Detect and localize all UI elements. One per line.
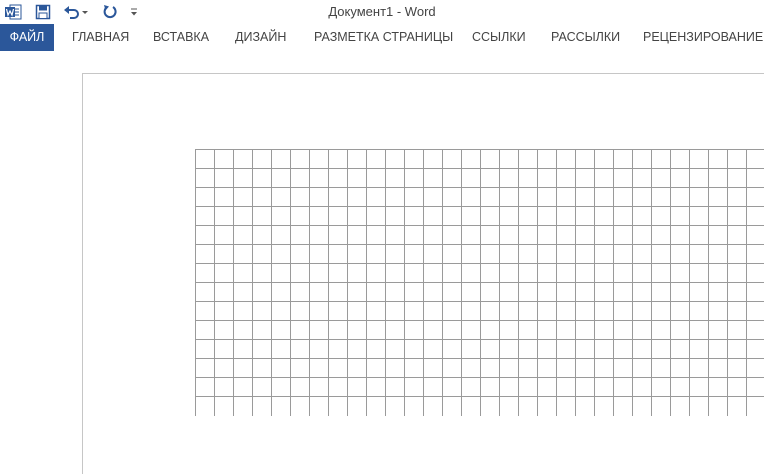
tab-file[interactable]: ФАЙЛ	[0, 24, 54, 51]
tab-page-layout[interactable]: РАЗМЕТКА СТРАНИЦЫ	[314, 24, 453, 51]
tab-insert[interactable]: ВСТАВКА	[153, 24, 209, 51]
customize-toolbar-button[interactable]	[127, 2, 141, 22]
customize-toolbar-icon	[131, 8, 137, 16]
redo-button[interactable]	[100, 2, 120, 22]
grid-table[interactable]	[195, 149, 764, 449]
undo-icon	[64, 6, 88, 19]
tab-home[interactable]: ГЛАВНАЯ	[72, 24, 129, 51]
ribbon-tab-bar: ФАЙЛ ГЛАВНАЯ ВСТАВКА ДИЗАЙН РАЗМЕТКА СТР…	[0, 24, 764, 51]
save-icon	[35, 4, 51, 20]
document-area	[0, 51, 764, 474]
undo-button[interactable]	[62, 2, 90, 22]
redo-icon	[103, 5, 117, 19]
tab-references[interactable]: ССЫЛКИ	[472, 24, 526, 51]
tab-mailings[interactable]: РАССЫЛКИ	[551, 24, 620, 51]
title-bar: Документ1 - Word	[0, 0, 764, 24]
tab-review[interactable]: РЕЦЕНЗИРОВАНИЕ	[643, 24, 763, 51]
word-app-icon[interactable]	[4, 2, 22, 22]
tab-design[interactable]: ДИЗАЙН	[235, 24, 286, 51]
save-button[interactable]	[34, 2, 52, 22]
document-page[interactable]	[82, 73, 764, 474]
